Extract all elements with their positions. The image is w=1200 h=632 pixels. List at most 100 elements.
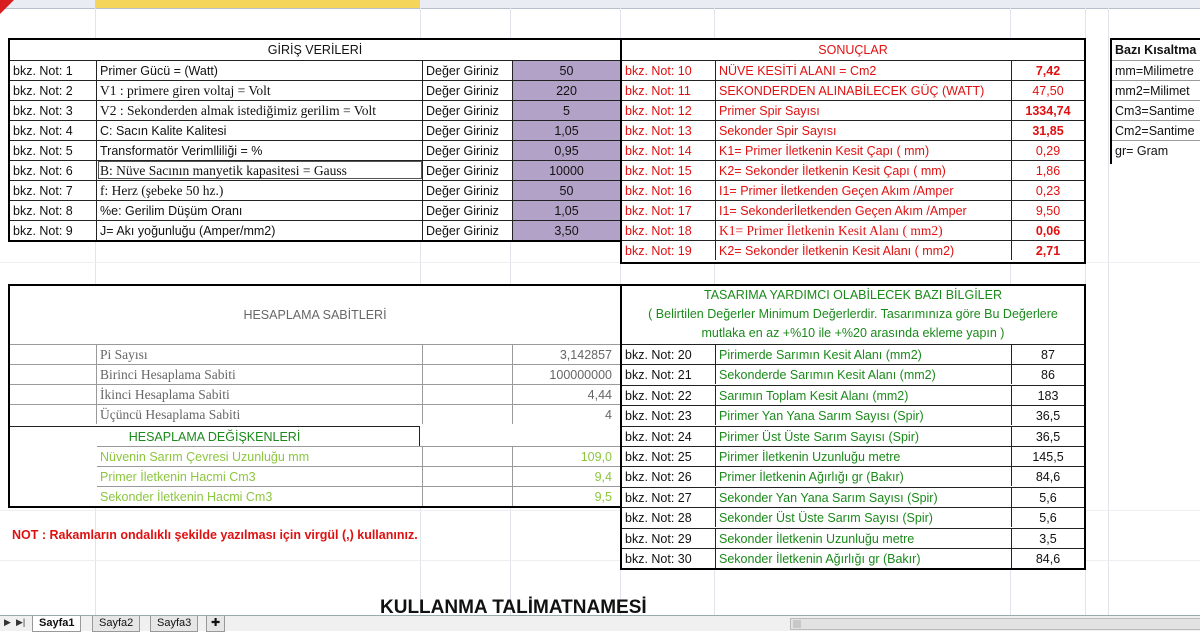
input-note: bkz. Not: 5 (10, 140, 97, 160)
next-sheet-icon[interactable]: ▶| (16, 617, 25, 628)
result-value: 0,29 (1012, 140, 1084, 160)
first-sheet-icon[interactable]: ▶ (4, 617, 11, 628)
input-value-field[interactable]: 50 (513, 60, 620, 80)
abbreviation-item: mm2=Milimet (1112, 80, 1200, 100)
design-label: Pirimerde Sarımın Kesit Alanı (mm2) (716, 344, 1012, 364)
constant-spacer (10, 344, 97, 364)
input-label: Transformatör Verimlliliği = % (97, 140, 423, 160)
input-value-field[interactable]: 5 (513, 100, 620, 120)
value-prompt: Değer Giriniz (423, 200, 513, 220)
selected-column-header[interactable] (95, 0, 420, 8)
scrollbar-thumb[interactable] (793, 620, 801, 628)
input-note: bkz. Not: 1 (10, 60, 97, 80)
design-label: Pirimer Üst Üste Sarım Sayısı (Spir) (716, 425, 1012, 446)
design-title-line-2: ( Belirtilen Değerler Minimum Değerlerdi… (648, 307, 1058, 321)
design-label: Sekonderde Sarımın Kesit Alanı (mm2) (716, 364, 1012, 385)
design-value: 5,6 (1012, 486, 1084, 507)
input-value-field[interactable]: 220 (513, 80, 620, 100)
value-prompt: Değer Giriniz (423, 160, 513, 180)
input-value-field[interactable]: 10000 (513, 160, 620, 180)
abbreviation-item: Cm3=Santime (1112, 100, 1200, 120)
design-info-table: TASARIMA YARDIMCI OLABİLECEK BAZI BİLGİL… (620, 284, 1086, 570)
design-label: Sekonder Yan Yana Sarım Sayısı (Spir) (716, 486, 1012, 507)
value-prompt: Değer Giriniz (423, 60, 513, 80)
constant-value: 4 (513, 404, 620, 424)
input-note: bkz. Not: 9 (10, 220, 97, 240)
result-note: bkz. Not: 10 (622, 60, 716, 80)
design-title-line-3: mutlaka en az +%10 ile +%20 arasında ekl… (701, 326, 1005, 340)
decimal-note: NOT : Rakamların ondalıklı şekilde yazıl… (12, 528, 418, 542)
variable-value: 109,0 (513, 446, 620, 466)
constant-label: Üçüncü Hesaplama Sabiti (97, 404, 423, 424)
result-label: Sekonder Spir Sayısı (716, 120, 1012, 140)
input-data-table: GİRİŞ VERİLERİ bkz. Not: 1 Primer Gücü = … (8, 38, 622, 242)
design-note: bkz. Not: 26 (622, 466, 716, 487)
constant-value: 3,142857 (513, 344, 620, 364)
constant-value: 100000000 (513, 364, 620, 384)
input-label: J= Akı yoğunluğu (Amper/mm2) (97, 220, 423, 240)
abbreviations-panel: Bazı Kısaltma mm=Milimetre mm2=Milimet Cm3… (1110, 38, 1200, 164)
result-note: bkz. Not: 13 (622, 120, 716, 140)
result-label: K1= Primer İletkenin Kesit Alanı ( mm2) (716, 220, 1012, 240)
result-note: bkz. Not: 19 (622, 240, 716, 260)
variable-label: Nüvenin Sarım Çevresi Uzunluğu mm (97, 446, 423, 466)
design-value: 86 (1012, 364, 1084, 384)
constant-spacer (423, 344, 513, 364)
value-prompt: Değer Giriniz (423, 100, 513, 120)
constant-value: 4,44 (513, 384, 620, 404)
design-value: 36,5 (1012, 425, 1084, 446)
result-value: 0,23 (1012, 180, 1084, 200)
input-label: V1 : primere giren voltaj = Volt (97, 80, 423, 100)
input-label: B: Nüve Sacının manyetik kapasitesi = Ga… (97, 160, 423, 180)
design-title-line-1: TASARIMA YARDIMCI OLABİLECEK BAZI BİLGİL… (703, 288, 1002, 302)
results-table: SONUÇLAR bkz. Not: 10 NÜVE KESİTİ ALANI =… (620, 38, 1086, 264)
input-value-field[interactable]: 0,95 (513, 140, 620, 160)
constant-spacer (423, 404, 513, 424)
sheet-tab-bar: ▶ ▶| Sayfa1 Sayfa2 Sayfa3 ✚ (0, 615, 1200, 632)
design-value: 3,5 (1012, 527, 1084, 548)
input-value-field[interactable]: 3,50 (513, 220, 620, 240)
abbreviation-item: gr= Gram (1112, 140, 1200, 160)
design-note: bkz. Not: 25 (622, 446, 716, 466)
result-label: K2= Sekonder İletkenin Kesit Alanı ( mm2… (716, 240, 1012, 260)
instructions-title: KULLANMA TALİMATNAMESİ (380, 597, 647, 616)
result-note: bkz. Not: 18 (622, 220, 716, 240)
constants-title: HESAPLAMA SABİTLERİ (243, 308, 387, 322)
result-note: bkz. Not: 16 (622, 180, 716, 200)
result-value: 2,71 (1012, 240, 1084, 260)
result-label: I1= Primer İletkenden Geçen Akım /Amper (716, 180, 1012, 200)
input-value-field[interactable]: 1,05 (513, 120, 620, 140)
constant-spacer (10, 404, 97, 424)
result-value: 0,06 (1012, 220, 1084, 240)
constant-spacer (10, 384, 97, 404)
design-value: 84,6 (1012, 548, 1084, 568)
design-value: 36,5 (1012, 405, 1084, 425)
design-note: bkz. Not: 24 (622, 425, 716, 446)
design-note: bkz. Not: 27 (622, 486, 716, 507)
input-table-title: GİRİŞ VERİLERİ (267, 43, 363, 57)
input-value-field[interactable]: 1,05 (513, 200, 620, 220)
design-value: 183 (1012, 384, 1084, 405)
design-label: Pirimer Yan Yana Sarım Sayısı (Spir) (716, 405, 1012, 426)
input-value-field[interactable]: 50 (513, 180, 620, 200)
design-note: bkz. Not: 22 (622, 384, 716, 405)
input-label: f: Herz (şebeke 50 hz.) (97, 180, 423, 200)
input-label: Primer Gücü = (Watt) (97, 60, 423, 80)
horizontal-scrollbar[interactable] (790, 618, 1200, 630)
input-note: bkz. Not: 8 (10, 200, 97, 220)
result-value: 1334,74 (1012, 100, 1084, 120)
design-note: bkz. Not: 23 (622, 405, 716, 426)
calculation-constants-table: HESAPLAMA SABİTLERİ Pi Sayısı 3,142857 Bir… (8, 284, 622, 508)
result-label: K1= Primer İletkenin Kesit Çapı ( mm) (716, 140, 1012, 160)
design-label: Sekonder İletkenin Uzunluğu metre (716, 527, 1012, 548)
constant-label: İkinci Hesaplama Sabiti (97, 384, 423, 404)
constant-spacer (10, 364, 97, 384)
input-note: bkz. Not: 3 (10, 100, 97, 120)
design-label: Sekonder İletkenin Ağırlığı gr (Bakır) (716, 548, 1012, 568)
design-note: bkz. Not: 29 (622, 527, 716, 548)
constant-label: Pi Sayısı (97, 344, 423, 364)
input-note: bkz. Not: 6 (10, 160, 97, 180)
design-note: bkz. Not: 20 (622, 344, 716, 364)
result-note: bkz. Not: 14 (622, 140, 716, 160)
value-prompt: Değer Giriniz (423, 220, 513, 240)
